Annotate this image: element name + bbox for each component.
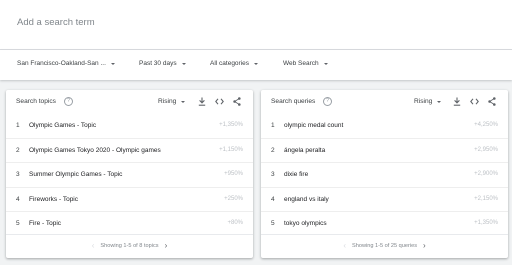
share-icon[interactable] (487, 96, 497, 106)
property-filter[interactable]: Web Search (283, 60, 328, 67)
rank: 3 (271, 171, 275, 178)
rising-value: +1,350% (219, 122, 243, 128)
search-topics-card: Search topics ? Rising 1 Olympic Games -… (6, 90, 253, 258)
share-icon[interactable] (232, 96, 242, 106)
list-item[interactable]: 3 dixie fire +2,900% (261, 163, 508, 188)
rising-value: +1,150% (219, 146, 243, 153)
card-header: Search queries ? Rising (261, 90, 508, 112)
caret-down-icon (323, 62, 328, 65)
chevron-right-icon[interactable]: › (417, 242, 432, 250)
rising-value: +1,350% (474, 220, 498, 226)
rising-value: +250% (224, 195, 243, 202)
rising-value: +80% (227, 220, 243, 226)
card-footer: ‹ Showing 1-5 of 8 topics › (6, 234, 253, 258)
chevron-right-icon[interactable]: › (159, 242, 174, 250)
list-item[interactable]: 1 Olympic Games - Topic +1,350% (6, 114, 253, 139)
list-item[interactable]: 5 tokyo olympics +1,350% (261, 212, 508, 237)
chevron-left-icon[interactable]: ‹ (86, 242, 101, 250)
rank: 2 (16, 146, 20, 154)
rank: 5 (16, 220, 20, 227)
rising-value: +2,900% (474, 171, 498, 177)
rising-value: +2,150% (474, 195, 498, 202)
list-item[interactable]: 2 ángela peralta +2,950% (261, 139, 508, 163)
topic-label[interactable]: Olympic Games - Topic (29, 122, 96, 129)
embed-code-icon[interactable] (469, 96, 479, 106)
caret-down-icon (437, 100, 442, 103)
query-label[interactable]: ángela peralta (284, 147, 325, 154)
rank: 4 (271, 195, 275, 203)
chevron-left-icon[interactable]: ‹ (337, 242, 352, 250)
rank: 1 (16, 122, 20, 129)
download-icon[interactable] (197, 96, 207, 106)
queries-list: 1 olympic medal count +4,250% 2 ángela p… (261, 114, 508, 237)
category-filter[interactable]: All categories (210, 60, 259, 67)
list-item[interactable]: 1 olympic medal count +4,250% (261, 114, 508, 139)
search-queries-card: Search queries ? Rising 1 olympic medal … (261, 90, 508, 258)
rank: 3 (16, 171, 20, 178)
list-item[interactable]: 2 Olympic Games Tokyo 2020 - Olympic gam… (6, 139, 253, 163)
rank: 4 (16, 195, 20, 203)
caret-down-icon (181, 100, 186, 103)
caret-down-icon (110, 62, 115, 65)
topic-label[interactable]: Summer Olympic Games - Topic (29, 171, 122, 178)
property-filter-label: Web Search (283, 60, 319, 67)
topic-label[interactable]: Olympic Games Tokyo 2020 - Olympic games (29, 147, 161, 154)
caret-down-icon (181, 62, 186, 65)
rank: 5 (271, 220, 275, 227)
rising-dropdown-label: Rising (158, 98, 177, 105)
rank: 2 (271, 146, 275, 154)
card-title: Search queries (271, 98, 316, 105)
list-item[interactable]: 4 england vs italy +2,150% (261, 188, 508, 212)
topic-label[interactable]: Fire - Topic (29, 220, 61, 227)
topics-list: 1 Olympic Games - Topic +1,350% 2 Olympi… (6, 114, 253, 237)
search-input[interactable]: Add a search term (17, 17, 95, 28)
embed-code-icon[interactable] (214, 96, 224, 106)
time-range-filter[interactable]: Past 30 days (139, 60, 186, 67)
card-title: Search topics (16, 98, 56, 105)
card-footer: ‹ Showing 1-5 of 25 queries › (261, 234, 508, 258)
location-filter[interactable]: San Francisco-Oakland-San ... (17, 60, 115, 67)
pagination: ‹ Showing 1-5 of 25 queries › (261, 242, 508, 250)
download-icon[interactable] (452, 96, 462, 106)
rank: 1 (271, 122, 275, 129)
query-label[interactable]: olympic medal count (284, 122, 343, 129)
list-item[interactable]: 5 Fire - Topic +80% (6, 212, 253, 237)
search-term-box[interactable]: Add a search term (0, 0, 512, 50)
pagination-label: Showing 1-5 of 25 queries (352, 243, 417, 249)
rising-dropdown[interactable]: Rising (414, 98, 442, 105)
category-filter-label: All categories (210, 60, 250, 67)
query-label[interactable]: dixie fire (284, 171, 308, 178)
filter-bar: San Francisco-Oakland-San ... Past 30 da… (0, 50, 512, 80)
card-header: Search topics ? Rising (6, 90, 253, 112)
list-item[interactable]: 4 Fireworks - Topic +250% (6, 188, 253, 212)
location-filter-label: San Francisco-Oakland-San ... (17, 60, 106, 67)
help-circle-icon[interactable]: ? (64, 96, 73, 106)
query-label[interactable]: tokyo olympics (284, 220, 327, 227)
rising-value: +4,250% (474, 122, 498, 128)
help-circle-icon[interactable]: ? (323, 96, 332, 106)
caret-down-icon (254, 62, 259, 65)
rising-value: +950% (224, 171, 243, 177)
query-label[interactable]: england vs italy (284, 196, 329, 203)
topic-label[interactable]: Fireworks - Topic (29, 196, 78, 203)
pagination-label: Showing 1-5 of 8 topics (100, 243, 159, 249)
rising-dropdown[interactable]: Rising (158, 98, 186, 105)
rising-value: +2,950% (474, 146, 498, 153)
rising-dropdown-label: Rising (414, 98, 433, 105)
time-range-filter-label: Past 30 days (139, 60, 177, 67)
pagination: ‹ Showing 1-5 of 8 topics › (6, 242, 253, 250)
list-item[interactable]: 3 Summer Olympic Games - Topic +950% (6, 163, 253, 188)
